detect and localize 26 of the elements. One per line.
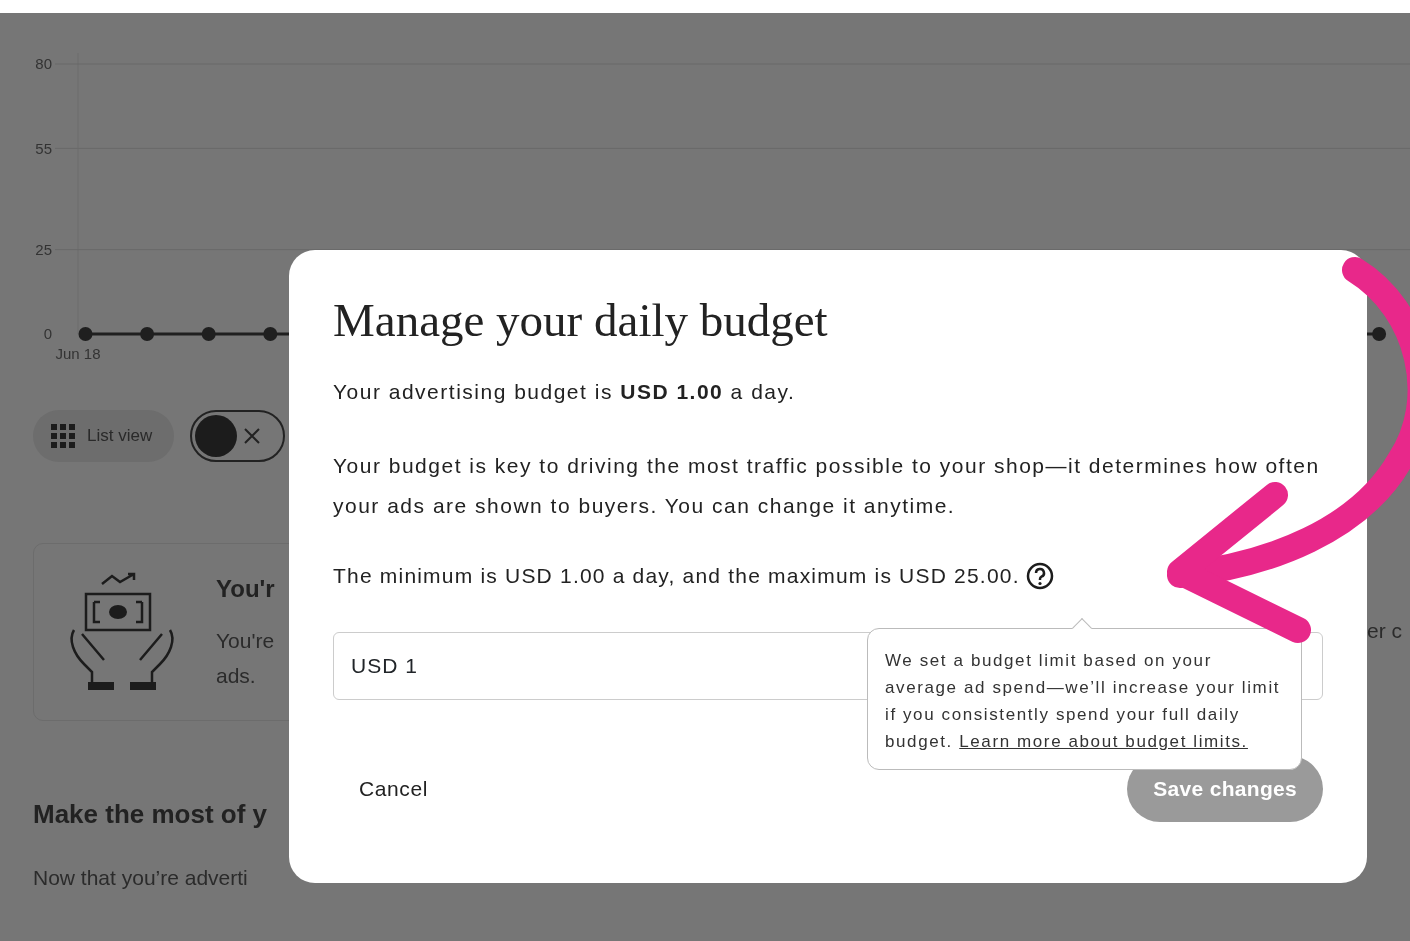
y-tick-label: 55 [35, 139, 52, 157]
section-text: Now that you’re adverti [33, 865, 249, 891]
data-point [263, 327, 278, 341]
data-point [140, 327, 155, 341]
y-tick-label: 25 [35, 241, 52, 258]
date-label: Jun 18 [55, 345, 101, 362]
card-text: ads. [216, 663, 257, 689]
limits-text: The minimum is USD 1.00 a day, and the maximum is USD 25.00. [333, 563, 1020, 590]
dialog-title: Manage your daily budget [333, 293, 828, 348]
data-point [1372, 327, 1387, 341]
y-tick-label: 0 [43, 325, 52, 343]
toggle-switch[interactable] [190, 410, 286, 462]
section-heading: Make the most of y [33, 798, 269, 831]
dialog-text: Your budget is key to driving the most traffic possible to your shop—it determines how often your ads are shown to buyers. You can change it anytime. [333, 453, 1321, 520]
help-icon[interactable] [1025, 562, 1054, 591]
close-icon [243, 427, 262, 445]
card-text: er c [1367, 618, 1403, 644]
y-tick-label: 80 [35, 55, 52, 73]
card-text: You're [216, 628, 275, 654]
cancel-button[interactable]: Cancel [333, 765, 454, 813]
dialog-text: Your advertising budget is USD 1.00 a day. [333, 379, 797, 406]
card-title: You'r [216, 574, 275, 604]
data-point [78, 327, 93, 341]
data-point [201, 327, 216, 341]
grid-icon [51, 424, 75, 448]
learn-more-link[interactable]: Learn more about budget limits. [959, 732, 1248, 751]
